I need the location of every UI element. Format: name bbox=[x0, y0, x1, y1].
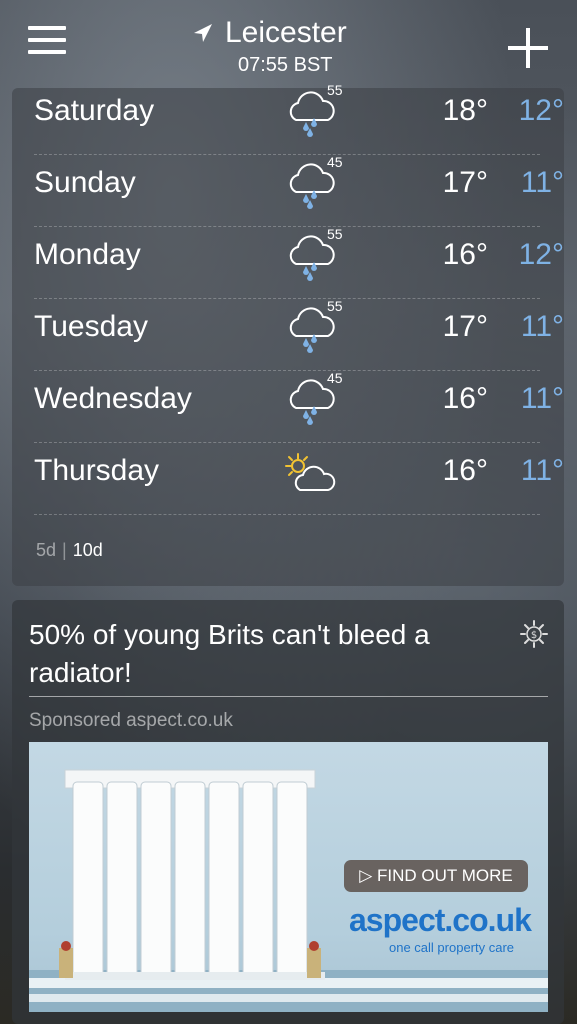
location-name[interactable]: Leicester bbox=[225, 16, 347, 50]
day-name: Sunday bbox=[34, 166, 136, 199]
add-location-icon[interactable] bbox=[508, 28, 548, 68]
high-temp: 16° bbox=[442, 454, 488, 487]
brand-logo: aspect.co.uk bbox=[349, 902, 532, 938]
ad-card[interactable]: 50% of young Brits can't bleed a radiato… bbox=[12, 600, 564, 1024]
ad-image[interactable]: ▷ FIND OUT MORE aspect.co.uk one call pr… bbox=[29, 742, 548, 1012]
partly-sunny-icon bbox=[282, 448, 342, 500]
day-name: Thursday bbox=[34, 454, 160, 487]
forecast-row[interactable]: Saturday 55 18° 12° bbox=[34, 82, 564, 155]
precip-chance: 55 bbox=[327, 82, 343, 98]
location-arrow-icon bbox=[194, 24, 212, 42]
low-temp: 11° bbox=[520, 166, 564, 199]
toggle-5d[interactable]: 5d bbox=[36, 540, 56, 560]
low-temp: 12° bbox=[518, 238, 564, 271]
precip-chance: 45 bbox=[327, 154, 343, 170]
precip-chance: 55 bbox=[327, 298, 343, 314]
high-temp: 17° bbox=[442, 166, 488, 199]
precip-chance: 45 bbox=[327, 370, 343, 386]
forecast-row[interactable]: Thursday 16° 11° bbox=[34, 442, 564, 515]
ad-title[interactable]: 50% of young Brits can't bleed a radiato… bbox=[29, 616, 509, 692]
day-name: Tuesday bbox=[34, 310, 148, 343]
day-name: Saturday bbox=[34, 94, 155, 127]
high-temp: 16° bbox=[442, 238, 488, 271]
forecast-row[interactable]: Sunday 45 17° 11° bbox=[34, 154, 564, 227]
forecast-row[interactable]: Tuesday 55 17° 11° bbox=[34, 298, 564, 371]
precip-chance: 55 bbox=[327, 226, 343, 242]
high-temp: 17° bbox=[442, 310, 488, 343]
menu-icon[interactable] bbox=[28, 26, 66, 58]
brand-tagline: one call property care bbox=[389, 940, 515, 955]
local-time: 07:55 BST bbox=[238, 54, 333, 76]
forecast-range-toggle: 5d | 10d bbox=[36, 540, 103, 560]
day-name: Monday bbox=[34, 238, 141, 271]
ad-info-icon[interactable]: $ bbox=[520, 620, 548, 648]
sponsored-label: Sponsored aspect.co.uk bbox=[29, 710, 233, 731]
find-out-more-button[interactable]: ▷ FIND OUT MORE bbox=[344, 860, 528, 892]
low-temp: 12° bbox=[518, 94, 564, 127]
forecast-card: Saturday 55 18° 12° Sunday 45 17° 11° Monday 55 16… bbox=[12, 82, 564, 586]
low-temp: 11° bbox=[520, 382, 564, 415]
toggle-10d[interactable]: 10d bbox=[73, 540, 103, 560]
forecast-row[interactable]: Monday 55 16° 12° bbox=[34, 226, 564, 299]
low-temp: 11° bbox=[520, 310, 564, 343]
svg-text:$: $ bbox=[531, 630, 537, 641]
divider bbox=[29, 696, 548, 697]
day-name: Wednesday bbox=[34, 382, 192, 415]
high-temp: 18° bbox=[442, 94, 488, 127]
forecast-row[interactable]: Wednesday 45 16° 11° bbox=[34, 370, 564, 443]
high-temp: 16° bbox=[442, 382, 488, 415]
low-temp: 11° bbox=[520, 454, 564, 487]
